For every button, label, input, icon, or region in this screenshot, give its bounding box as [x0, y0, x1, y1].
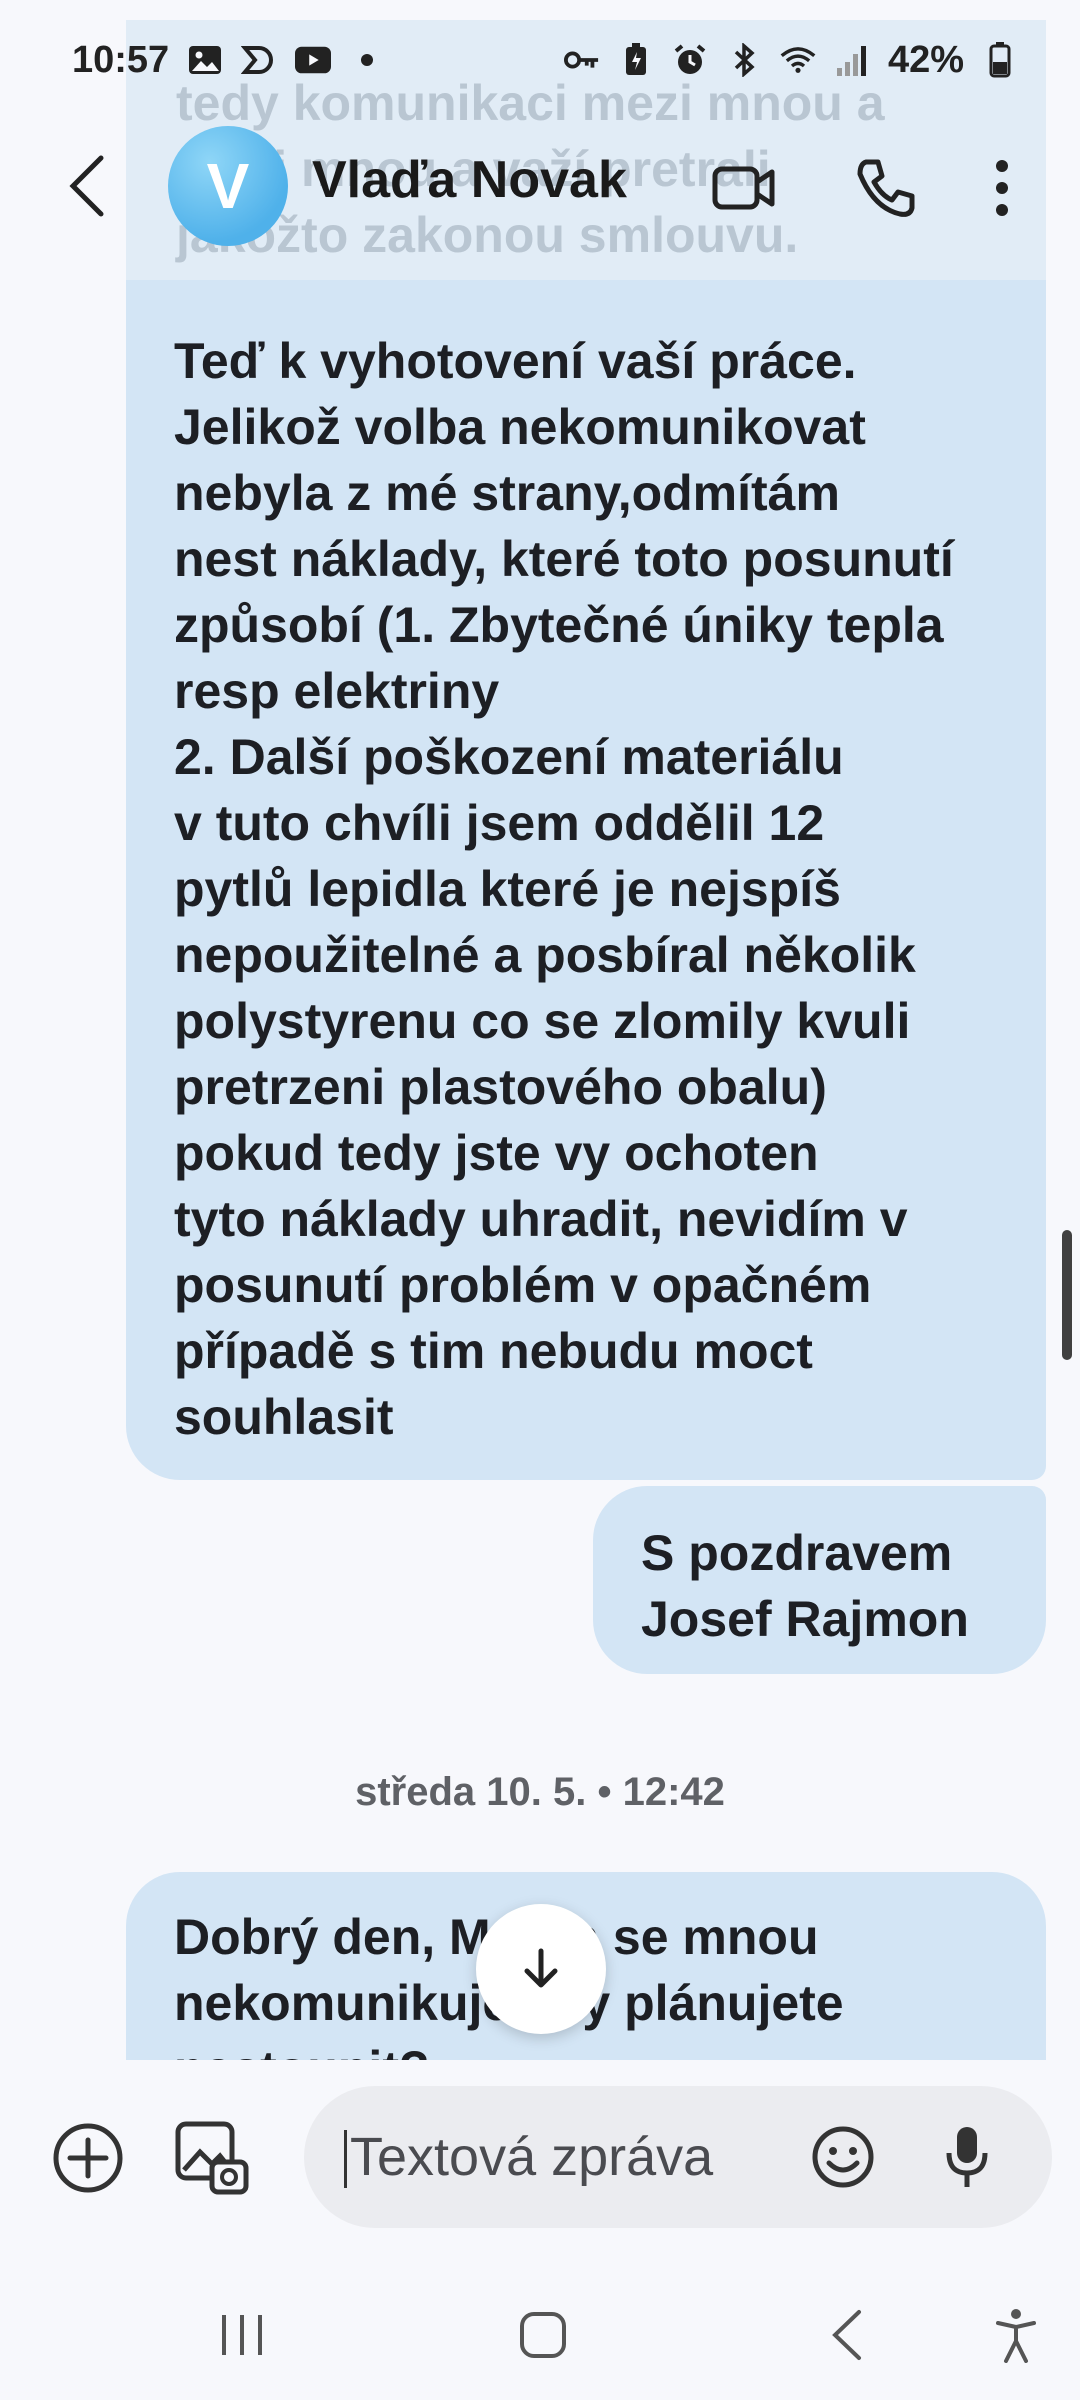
- wifi-icon: [780, 42, 816, 78]
- chevron-left-icon: [69, 155, 104, 217]
- recent-apps-button[interactable]: [202, 2300, 282, 2370]
- voice-input-button[interactable]: [932, 2122, 1002, 2192]
- battery-percent: 42%: [887, 38, 964, 81]
- accessibility-button[interactable]: [976, 2300, 1056, 2370]
- signal-icon: [834, 42, 870, 78]
- more-vertical-icon: [996, 160, 1008, 216]
- more-options-button[interactable]: [972, 150, 1032, 226]
- accessibility-icon: [996, 2309, 1036, 2363]
- youtube-icon: [295, 42, 332, 78]
- back-button[interactable]: [52, 148, 122, 224]
- conversation-thread[interactable]: tedy komunikaci mezi mnou a mezi mnou a …: [0, 0, 1080, 2060]
- more-notifications-dot-icon: [361, 54, 374, 66]
- phone-icon: [857, 159, 915, 217]
- plus-circle-icon: [53, 2123, 123, 2193]
- text-caret: [344, 2130, 347, 2188]
- emoji-button[interactable]: [808, 2122, 878, 2192]
- avatar[interactable]: V: [168, 126, 288, 246]
- alarm-icon: [672, 42, 708, 78]
- recents-icon: [222, 2315, 262, 2355]
- conversation-header: V Vlaďa Novak ...: [0, 120, 1080, 250]
- gallery-notification-icon: [187, 42, 223, 78]
- system-back-button[interactable]: [806, 2300, 886, 2370]
- messaging-screen: tedy komunikaci mezi mnou a mezi mnou a …: [0, 0, 1080, 2400]
- message-bubble-outgoing[interactable]: Teď k vyhotovení vaší práce. Jelikož vol…: [126, 280, 1046, 1480]
- message-bubble-signature[interactable]: S pozdravem Josef Rajmon: [593, 1486, 1046, 1674]
- system-navigation-bar: [0, 2260, 1080, 2400]
- voice-call-button[interactable]: [846, 150, 926, 226]
- back-arrow-icon: [832, 2310, 861, 2360]
- gallery-button[interactable]: [170, 2116, 254, 2200]
- gallery-icon: [175, 2121, 249, 2195]
- scroll-to-bottom-button[interactable]: [476, 1904, 606, 2034]
- status-time: 10:57: [72, 38, 170, 81]
- status-bar: 10:57 42%: [0, 0, 1080, 120]
- home-icon: [520, 2312, 566, 2358]
- message-input[interactable]: Textová zpráva: [304, 2086, 1052, 2228]
- scrollbar[interactable]: [1062, 1230, 1072, 1360]
- battery-icon: [982, 42, 1018, 78]
- video-camera-icon: [712, 166, 775, 210]
- message-composer: Textová zpráva: [0, 2060, 1080, 2280]
- message-input-placeholder: Textová zpráva: [350, 2127, 714, 2187]
- smart-switch-icon: [241, 42, 277, 78]
- contact-name[interactable]: Vlaďa Novak ...: [312, 150, 642, 220]
- home-button[interactable]: [503, 2300, 583, 2370]
- arrow-down-icon: [524, 1948, 558, 1988]
- add-attachment-button[interactable]: [48, 2118, 128, 2198]
- video-call-button[interactable]: [704, 150, 784, 226]
- microphone-icon: [946, 2127, 988, 2187]
- key-icon: [563, 42, 600, 78]
- date-separator: středa 10. 5. • 12:42: [355, 1770, 725, 1814]
- battery-saver-icon: [618, 42, 654, 78]
- emoji-icon: [812, 2126, 874, 2188]
- bluetooth-icon: [726, 42, 762, 78]
